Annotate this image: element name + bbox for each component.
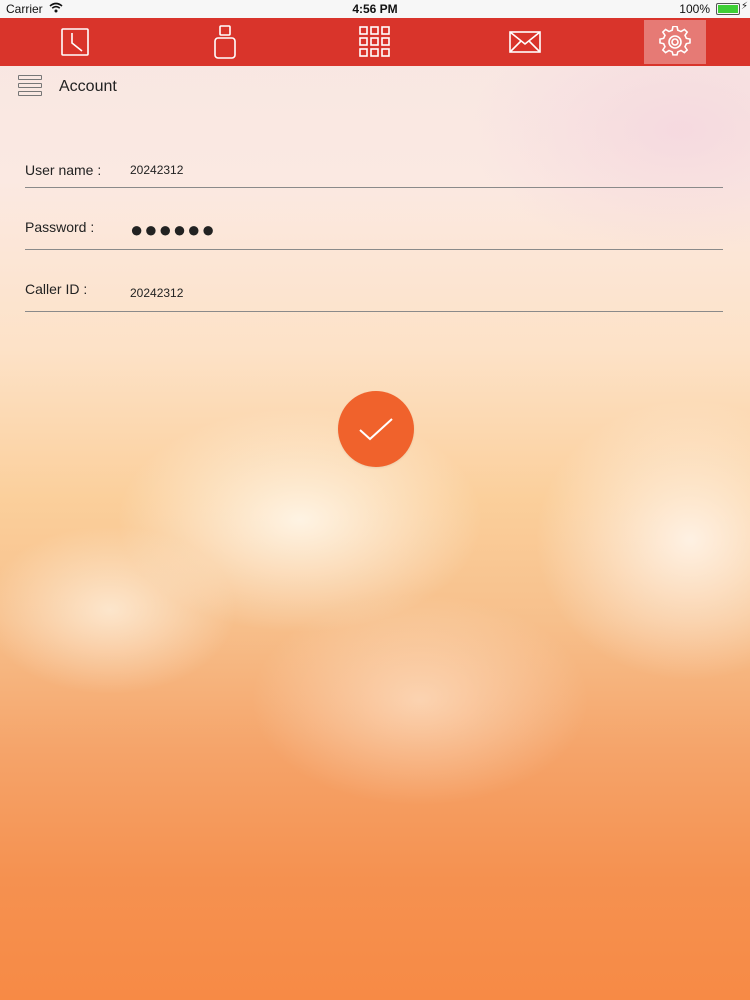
- username-field[interactable]: 20242312: [130, 163, 183, 177]
- battery-percent: 100%: [679, 2, 710, 16]
- contact-icon: [214, 25, 236, 59]
- menu-icon[interactable]: [18, 75, 42, 97]
- clock-icon: [61, 28, 89, 56]
- password-label: Password :: [25, 219, 95, 235]
- callerid-label: Caller ID :: [25, 281, 88, 297]
- tab-settings[interactable]: [644, 20, 706, 64]
- status-bar: Carrier 4:56 PM 100% ⚡: [0, 0, 750, 18]
- charging-icon: ⚡: [740, 1, 748, 12]
- callerid-row[interactable]: Caller ID : 20242312: [25, 271, 723, 312]
- password-row[interactable]: Password : ●●●●●●: [25, 209, 723, 250]
- gear-icon: [659, 26, 691, 56]
- username-row[interactable]: User name : 20242312: [25, 147, 723, 188]
- page-header: Account: [0, 66, 750, 110]
- mail-icon: [509, 31, 541, 53]
- clock-time: 4:56 PM: [352, 2, 398, 16]
- dialpad-icon: [359, 26, 390, 57]
- tab-dialpad[interactable]: [344, 20, 406, 64]
- tab-recents[interactable]: [44, 20, 106, 64]
- username-label: User name :: [25, 162, 102, 178]
- callerid-field[interactable]: 20242312: [130, 286, 183, 300]
- confirm-button[interactable]: [338, 391, 414, 467]
- checkmark-icon: [359, 418, 393, 441]
- top-nav-bar: [0, 18, 750, 66]
- password-field[interactable]: ●●●●●●: [130, 217, 216, 243]
- page-title: Account: [59, 78, 117, 95]
- tab-contacts[interactable]: [194, 20, 256, 64]
- battery-icon: [716, 3, 740, 15]
- tab-messages[interactable]: [494, 20, 556, 64]
